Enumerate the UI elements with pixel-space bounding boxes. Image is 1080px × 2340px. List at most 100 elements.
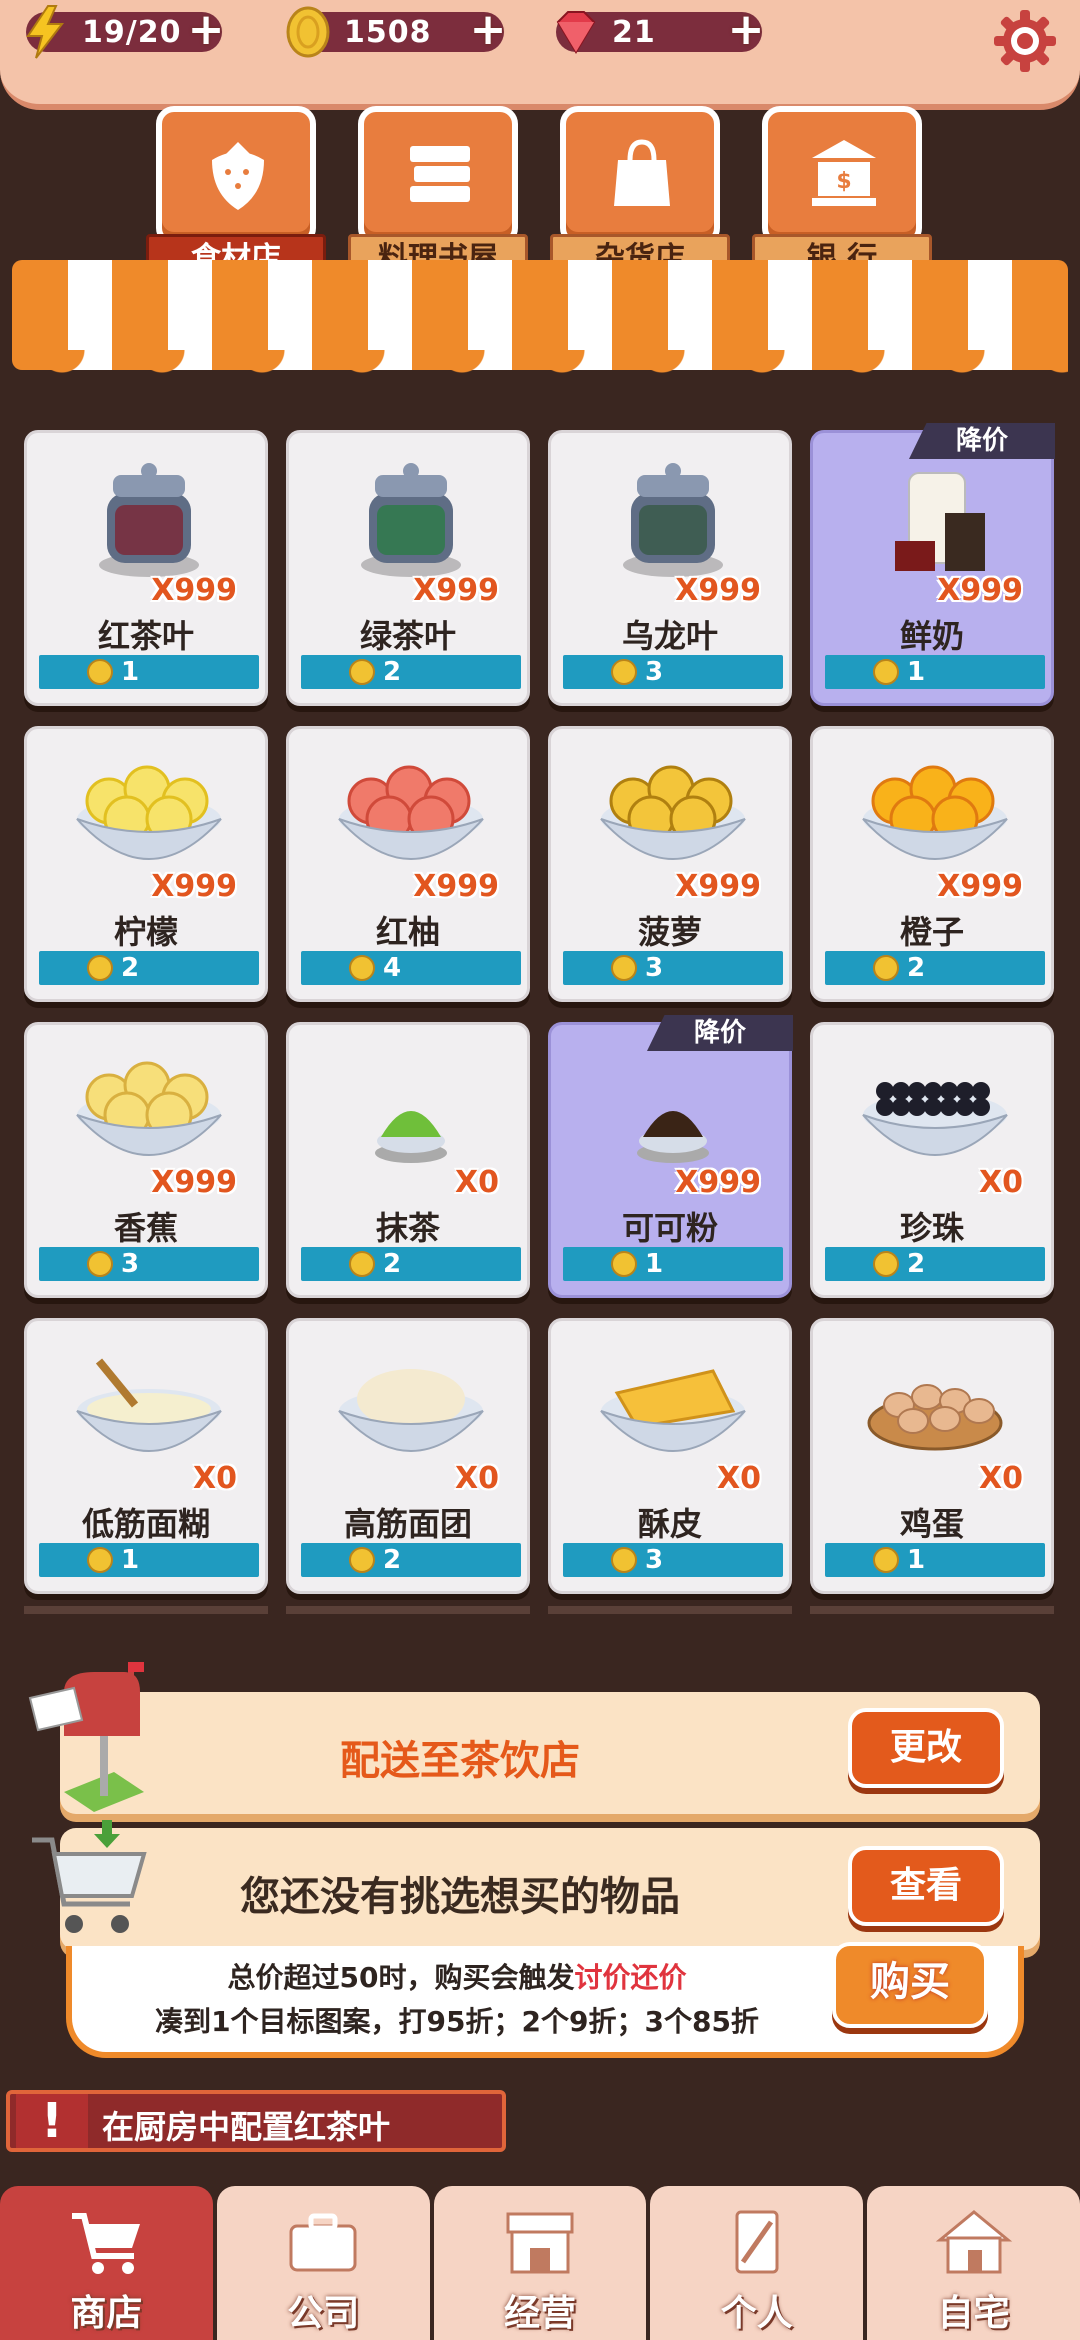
stock-quantity: X0 xyxy=(454,1461,499,1496)
coin-icon xyxy=(611,955,637,981)
grapefruit-bowl-icon xyxy=(338,765,484,860)
cart-status: 您还没有挑选想买的物品 xyxy=(240,1874,680,1920)
coin-icon xyxy=(349,1251,375,1277)
price-value: 1 xyxy=(121,1545,140,1575)
price-bar: 2 xyxy=(825,1247,1045,1281)
price-value: 2 xyxy=(383,657,402,687)
add-coins-button[interactable]: + xyxy=(468,8,508,54)
tab-cookbook-shop[interactable]: 料理书屋 xyxy=(348,106,528,284)
ingredient-card[interactable]: X0 珍珠 2 xyxy=(810,1022,1054,1298)
coin-icon xyxy=(873,1547,899,1573)
stock-quantity: X0 xyxy=(978,1461,1023,1496)
ingredient-card[interactable]: X999 香蕉 3 xyxy=(24,1022,268,1298)
ingredient-card[interactable]: 降价 X999 鲜奶 1 xyxy=(810,423,1055,706)
ingredient-card[interactable]: X0 抹茶 2 xyxy=(286,1022,530,1298)
cart-panel: 您还没有挑选想买的物品 查看 xyxy=(32,1820,1040,1950)
matcha-powder-icon xyxy=(375,1111,447,1163)
price-bar: 3 xyxy=(563,655,783,689)
ingredient-card[interactable]: X999 红柚 4 xyxy=(286,726,530,1002)
ingredient-name: 菠萝 xyxy=(637,913,702,951)
price-bar: 3 xyxy=(563,1543,783,1577)
nav-manage[interactable]: 经营 xyxy=(433,2186,647,2340)
pineapple-bowl-icon xyxy=(600,765,746,860)
ingredient-name: 鸡蛋 xyxy=(899,1505,964,1543)
ingredient-name: 香蕉 xyxy=(113,1209,178,1247)
ingredient-card[interactable]: X0 酥皮 3 xyxy=(548,1318,792,1594)
alert-icon: ! xyxy=(16,2094,88,2148)
ingredient-name: 柠檬 xyxy=(113,913,178,951)
ingredient-name: 乌龙叶 xyxy=(621,617,718,655)
nav-shop[interactable]: 商店 xyxy=(0,2186,213,2340)
ingredient-card[interactable]: X0 低筋面糊 1 xyxy=(24,1318,268,1594)
stock-quantity: X0 xyxy=(454,1165,499,1200)
bottom-navigation: 商店 公司 经营 个人 自宅 xyxy=(0,2186,1080,2340)
price-value: 2 xyxy=(121,953,140,983)
ingredient-card[interactable]: 降价 X999 可可粉 1 xyxy=(548,1015,793,1298)
ingredient-name: 鲜奶 xyxy=(899,617,964,655)
ingredient-card[interactable]: X999 乌龙叶 3 xyxy=(548,430,792,706)
nav-personal[interactable]: 个人 xyxy=(650,2186,864,2340)
price-value: 2 xyxy=(907,953,926,983)
price-bar: 3 xyxy=(39,1247,259,1281)
briefcase-icon xyxy=(289,2213,357,2272)
stock-quantity: X999 xyxy=(151,869,237,904)
ingredient-card[interactable]: X999 绿茶叶 2 xyxy=(286,430,530,706)
green-tea-jar-icon xyxy=(361,463,461,577)
nav-home[interactable]: 自宅 xyxy=(867,2186,1080,2340)
ingredient-name: 低筋面糊 xyxy=(81,1505,210,1543)
energy-counter: 19/20 + xyxy=(26,5,224,59)
strawberry-icon xyxy=(212,142,264,210)
price-bar: 2 xyxy=(825,951,1045,985)
card-icon xyxy=(735,2210,779,2274)
price-value: 1 xyxy=(907,657,926,687)
price-value: 3 xyxy=(645,657,664,687)
nav-company[interactable]: 公司 xyxy=(216,2186,430,2340)
gems-counter: 21 + xyxy=(556,8,764,54)
purchase-panel: 总价超过50时，购买会触发讨价还价 凑到1个目标图案，打95折；2个9折；3个8… xyxy=(66,1942,1024,2058)
coin-icon xyxy=(611,1251,637,1277)
ingredient-card[interactable]: X999 菠萝 3 xyxy=(548,726,792,1002)
ingredient-name: 绿茶叶 xyxy=(359,617,456,655)
ingredient-name: 抹茶 xyxy=(375,1209,440,1247)
view-cart-button[interactable]: 查看 xyxy=(848,1846,1004,1926)
tab-grocery-store[interactable]: 杂货店 xyxy=(550,106,730,284)
price-value: 2 xyxy=(383,1249,402,1279)
price-bar: 1 xyxy=(825,1543,1045,1577)
cocoa-powder-icon xyxy=(637,1111,709,1163)
status-bar: 19/20 + 1508 + 21 + xyxy=(0,0,1080,110)
lightning-icon xyxy=(26,5,65,59)
stock-quantity: X999 xyxy=(151,1165,237,1200)
gear-icon[interactable] xyxy=(990,6,1060,76)
coin-icon xyxy=(87,1547,113,1573)
buy-button[interactable]: 购买 xyxy=(832,1942,988,2028)
add-energy-button[interactable]: + xyxy=(186,8,226,54)
coin-icon xyxy=(349,659,375,685)
coin-icon xyxy=(286,6,330,58)
change-delivery-button[interactable]: 更改 xyxy=(848,1708,1004,1788)
add-gems-button[interactable]: + xyxy=(726,8,766,54)
lemon-bowl-icon xyxy=(76,765,222,860)
stock-quantity: X999 xyxy=(937,573,1023,608)
delivery-destination: 配送至茶饮店 xyxy=(340,1738,580,1784)
ingredient-card[interactable]: X999 柠檬 2 xyxy=(24,726,268,1002)
tab-ingredient-shop[interactable]: 食材店 xyxy=(146,106,326,284)
ingredient-card[interactable]: X0 高筋面团 2 xyxy=(286,1318,530,1594)
eggs-basket-icon xyxy=(867,1384,1003,1451)
price-bar: 2 xyxy=(301,1543,521,1577)
gem-icon xyxy=(556,11,596,54)
ingredient-card[interactable]: X999 橙子 2 xyxy=(810,726,1054,1002)
stock-quantity: X999 xyxy=(413,869,499,904)
shopping-bag-icon xyxy=(614,139,670,206)
price-bar: 3 xyxy=(563,951,783,985)
ingredient-card[interactable]: X999 红茶叶 1 xyxy=(24,430,268,706)
ingredient-name: 红茶叶 xyxy=(97,617,194,655)
batter-bowl-icon xyxy=(76,1358,222,1452)
ingredient-card[interactable]: X0 鸡蛋 1 xyxy=(810,1318,1054,1594)
ingredient-name: 酥皮 xyxy=(637,1505,702,1543)
tab-bank[interactable]: $ 银 行 xyxy=(752,106,932,284)
task-hint[interactable]: ! 在厨房中配置红茶叶 xyxy=(6,2090,506,2152)
discount-tiers: 凑到1个目标图案，打95折；2个9折；3个85折 xyxy=(155,2005,759,2038)
cart-icon xyxy=(72,2213,141,2274)
price-value: 3 xyxy=(121,1249,140,1279)
price-bar: 1 xyxy=(563,1247,783,1281)
